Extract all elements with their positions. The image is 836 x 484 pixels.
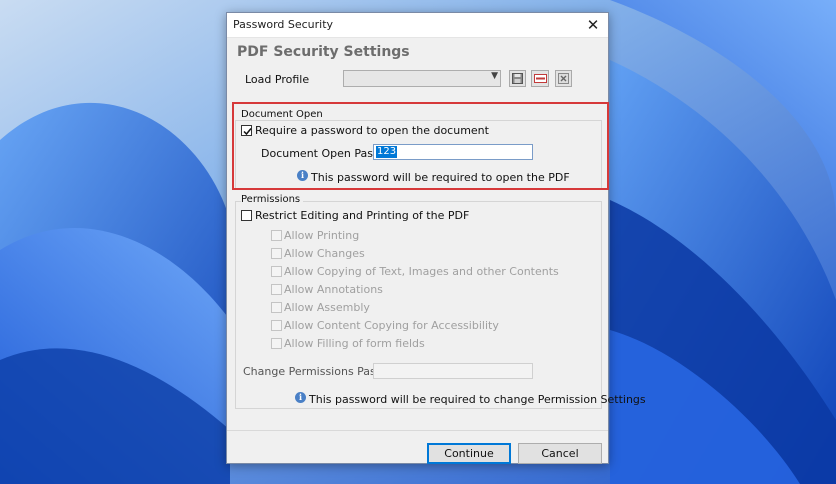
save-profile-button[interactable] — [509, 70, 526, 87]
allow-printing-label: Allow Printing — [284, 229, 360, 242]
continue-button[interactable]: Continue — [427, 443, 511, 464]
allow-accessibility-copying-label: Allow Content Copying for Accessibility — [284, 319, 499, 332]
allow-annotations-label: Allow Annotations — [284, 283, 383, 296]
change-permissions-password-field[interactable] — [373, 363, 533, 379]
allow-copying-label: Allow Copying of Text, Images and other … — [284, 265, 559, 278]
permissions-group-title: Permissions — [241, 194, 304, 205]
allow-changes-label: Allow Changes — [284, 247, 365, 260]
load-profile-label: Load Profile — [245, 73, 310, 86]
highlight-box — [232, 102, 609, 190]
permissions-info-text: This password will be required to change… — [309, 393, 646, 406]
allow-form-filling-label: Allow Filling of form fields — [284, 337, 425, 350]
close-icon[interactable]: ✕ — [582, 14, 604, 36]
allow-assembly-checkbox[interactable] — [271, 302, 282, 313]
allow-assembly-label: Allow Assembly — [284, 301, 370, 314]
password-security-dialog: Password Security ✕ PDF Security Setting… — [226, 12, 646, 464]
allow-annotations-checkbox[interactable] — [271, 284, 282, 295]
allow-printing-checkbox[interactable] — [271, 230, 282, 241]
title-bar: Password Security ✕ — [227, 13, 608, 38]
load-profile-select[interactable]: ▼ — [343, 70, 501, 87]
info-icon: i — [295, 392, 306, 403]
window-title: Password Security — [233, 18, 334, 31]
allow-form-filling-checkbox[interactable] — [271, 338, 282, 349]
allow-changes-checkbox[interactable] — [271, 248, 282, 259]
rename-icon — [533, 74, 547, 83]
rename-profile-button[interactable] — [531, 70, 549, 87]
page-title: PDF Security Settings — [237, 44, 410, 60]
restrict-editing-checkbox[interactable] — [241, 210, 252, 221]
delete-icon — [558, 73, 569, 84]
footer-divider — [227, 430, 608, 431]
allow-accessibility-copying-checkbox[interactable] — [271, 320, 282, 331]
save-icon — [512, 73, 523, 84]
chevron-down-icon: ▼ — [491, 71, 498, 81]
delete-profile-button[interactable] — [555, 70, 572, 87]
allow-copying-checkbox[interactable] — [271, 266, 282, 277]
restrict-editing-label[interactable]: Restrict Editing and Printing of the PDF — [255, 209, 469, 222]
cancel-button[interactable]: Cancel — [518, 443, 602, 464]
